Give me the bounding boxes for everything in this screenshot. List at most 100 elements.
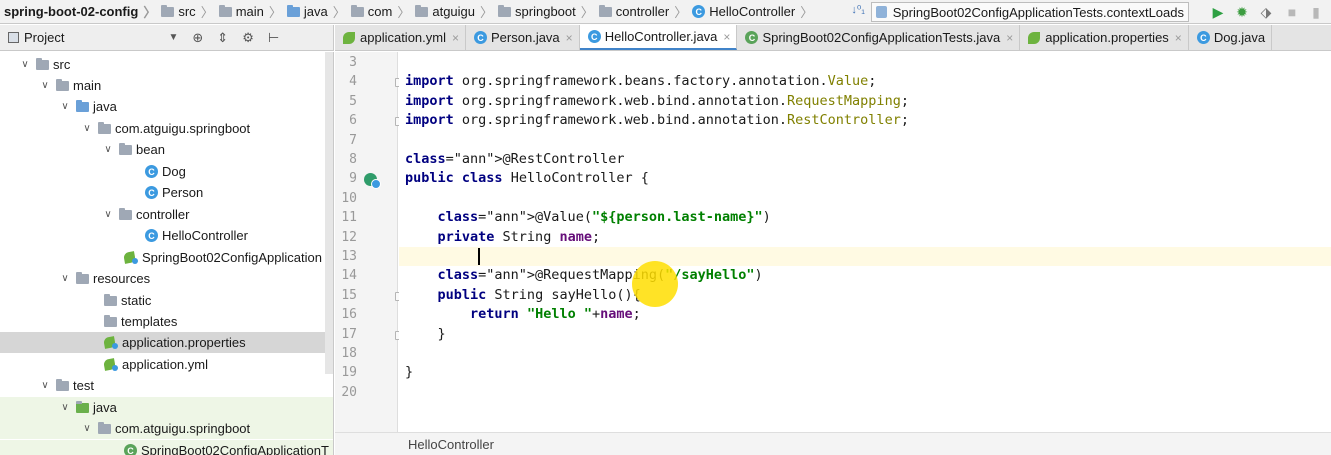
chevron-down-icon[interactable]: ∨ <box>38 80 52 91</box>
chevron-down-icon[interactable]: ∨ <box>80 423 94 434</box>
tab-dog-java[interactable]: C Dog.java <box>1188 25 1273 50</box>
code-line[interactable]: class="ann">@Value("${person.last-name}"… <box>399 208 1331 227</box>
tree-item-label: Dog <box>162 164 186 179</box>
chevron-down-icon[interactable]: ▼ <box>168 32 178 43</box>
navigation-bar: spring-boot-02-config 〉 src 〉 main 〉 java 〉 … <box>0 0 1331 24</box>
gear-icon[interactable]: ⚙ <box>242 30 254 46</box>
breadcrumb-controller[interactable]: controller 〉 <box>595 0 688 24</box>
breadcrumb-atguigu[interactable]: atguigu 〉 <box>411 0 494 24</box>
coverage-button[interactable]: ⬗ <box>1257 2 1275 22</box>
code-line[interactable]: class="ann">@RequestMapping("/sayHello") <box>399 266 1331 285</box>
collapse-all-icon[interactable]: ⇕ <box>217 30 228 46</box>
breadcrumb-hellocontroller[interactable]: C HelloController 〉 <box>688 0 814 24</box>
code-line[interactable] <box>399 131 1331 150</box>
code-line[interactable]: return "Hello "+name; <box>399 305 1331 324</box>
tree-item-bean[interactable]: ∨ bean <box>0 139 333 160</box>
run-configuration-select[interactable]: SpringBoot02ConfigApplicationTests.conte… <box>871 2 1189 22</box>
code-line[interactable]: public String sayHello(){ <box>399 286 1331 305</box>
chevron-down-icon[interactable]: ∨ <box>38 380 52 391</box>
chevron-down-icon[interactable]: ∨ <box>58 273 72 284</box>
code-line[interactable]: private String name; <box>399 228 1331 247</box>
tree-item-main[interactable]: ∨ main <box>0 75 333 96</box>
tree-item-hellocontroller[interactable]: C HelloController <box>0 225 333 246</box>
spring-app-icon <box>124 251 138 264</box>
tab-hellocontroller-java[interactable]: C HelloController.java × <box>579 25 738 50</box>
tree-item-src[interactable]: ∨ src <box>0 54 333 75</box>
breadcrumb-src[interactable]: src 〉 <box>157 0 214 24</box>
project-panel-title[interactable]: Project <box>24 30 64 45</box>
code-line[interactable] <box>399 344 1331 363</box>
tree-item-java[interactable]: ∨ java <box>0 96 333 117</box>
tree-item-springboot02configapplication[interactable]: SpringBoot02ConfigApplication <box>0 247 333 268</box>
code-line[interactable]: import org.springframework.beans.factory… <box>399 72 1331 91</box>
spring-config-icon <box>104 336 118 349</box>
line-number: 18 <box>341 346 357 361</box>
code-line[interactable]: public class HelloController { <box>399 169 1331 188</box>
tree-item-label: SpringBoot02ConfigApplicationT <box>141 443 329 455</box>
breadcrumb-java[interactable]: java 〉 <box>283 0 347 24</box>
code-line[interactable]: import org.springframework.web.bind.anno… <box>399 111 1331 130</box>
breadcrumb-project[interactable]: spring-boot-02-config 〉 <box>0 0 157 24</box>
folder-icon <box>218 4 232 17</box>
close-icon[interactable]: × <box>452 31 459 45</box>
run-button[interactable]: ▶ <box>1209 2 1227 22</box>
breadcrumb-main[interactable]: main 〉 <box>215 0 283 24</box>
tree-item-application-properties[interactable]: application.properties <box>0 332 333 353</box>
tab-label: SpringBoot02ConfigApplicationTests.java <box>762 30 1001 45</box>
code-line[interactable]: class="ann">@RestController <box>399 150 1331 169</box>
close-icon[interactable]: × <box>566 31 573 45</box>
close-icon[interactable]: × <box>1175 31 1182 45</box>
breadcrumb-atguigu-label: atguigu <box>432 4 476 19</box>
tree-item-resources[interactable]: ∨ resources <box>0 268 333 289</box>
stop-button[interactable]: ■ <box>1283 2 1301 22</box>
chevron-down-icon[interactable]: ∨ <box>101 144 115 155</box>
sort-icon[interactable]: ↓⁰₁ <box>851 3 865 16</box>
tree-item-person[interactable]: C Person <box>0 182 333 203</box>
spring-config-icon <box>1028 31 1041 44</box>
tree-item-test-java[interactable]: ∨ java <box>0 397 333 418</box>
chevron-down-icon[interactable]: ∨ <box>58 101 72 112</box>
hide-panel-icon[interactable]: ⊢ <box>268 30 279 46</box>
tree-item-test[interactable]: ∨ test <box>0 375 333 396</box>
tree-item-label: com.atguigu.springboot <box>115 421 251 436</box>
debug-button[interactable]: ✹ <box>1233 2 1251 22</box>
code-editor[interactable]: import org.springframework.beans.factory… <box>399 52 1331 432</box>
tree-item-dog[interactable]: C Dog <box>0 161 333 182</box>
tree-item-application-yml[interactable]: application.yml <box>0 354 333 375</box>
tree-item-package-com-atguigu-springboot[interactable]: ∨ com.atguigu.springboot <box>0 118 333 139</box>
chevron-down-icon[interactable]: ∨ <box>80 123 94 134</box>
breadcrumb-class[interactable]: HelloController <box>408 437 494 452</box>
chevron-right-icon: 〉 <box>397 5 411 20</box>
close-icon[interactable]: × <box>1006 31 1013 45</box>
tab-person-java[interactable]: C Person.java × <box>466 25 580 50</box>
breadcrumb-springboot[interactable]: springboot 〉 <box>494 0 595 24</box>
code-line[interactable] <box>399 383 1331 402</box>
chevron-down-icon[interactable]: ∨ <box>18 59 32 70</box>
code-line[interactable] <box>399 53 1331 72</box>
chevron-down-icon[interactable]: ∨ <box>58 402 72 413</box>
breadcrumb-com[interactable]: com 〉 <box>347 0 412 24</box>
tab-application-yml[interactable]: application.yml × <box>335 25 467 50</box>
tree-item-static[interactable]: static <box>0 290 333 311</box>
close-icon[interactable]: × <box>723 30 730 44</box>
tree-item-test-package[interactable]: ∨ com.atguigu.springboot <box>0 418 333 439</box>
code-line[interactable]: } <box>399 325 1331 344</box>
tree-scrollbar[interactable] <box>325 52 333 374</box>
code-line[interactable]: } <box>399 363 1331 382</box>
chevron-down-icon[interactable]: ∨ <box>101 209 115 220</box>
tab-application-properties[interactable]: application.properties × <box>1020 25 1189 50</box>
class-icon: C <box>587 30 601 43</box>
breadcrumb-main-label: main <box>235 4 264 19</box>
spring-bean-gutter-icon[interactable] <box>364 173 382 190</box>
more-button[interactable]: ▮ <box>1307 2 1325 22</box>
locate-icon[interactable]: ⊕ <box>192 30 203 46</box>
resources-folder-icon <box>76 271 89 284</box>
code-line[interactable] <box>399 189 1331 208</box>
tree-item-controller[interactable]: ∨ controller <box>0 204 333 225</box>
code-line[interactable]: import org.springframework.web.bind.anno… <box>399 92 1331 111</box>
tree-item-test-class[interactable]: C SpringBoot02ConfigApplicationT <box>0 440 333 455</box>
tree-item-templates[interactable]: templates <box>0 311 333 332</box>
tab-springboot02configapplicationtests-java[interactable]: C SpringBoot02ConfigApplicationTests.jav… <box>737 25 1021 50</box>
code-line-current[interactable] <box>399 247 1331 267</box>
class-icon: C <box>145 165 158 178</box>
